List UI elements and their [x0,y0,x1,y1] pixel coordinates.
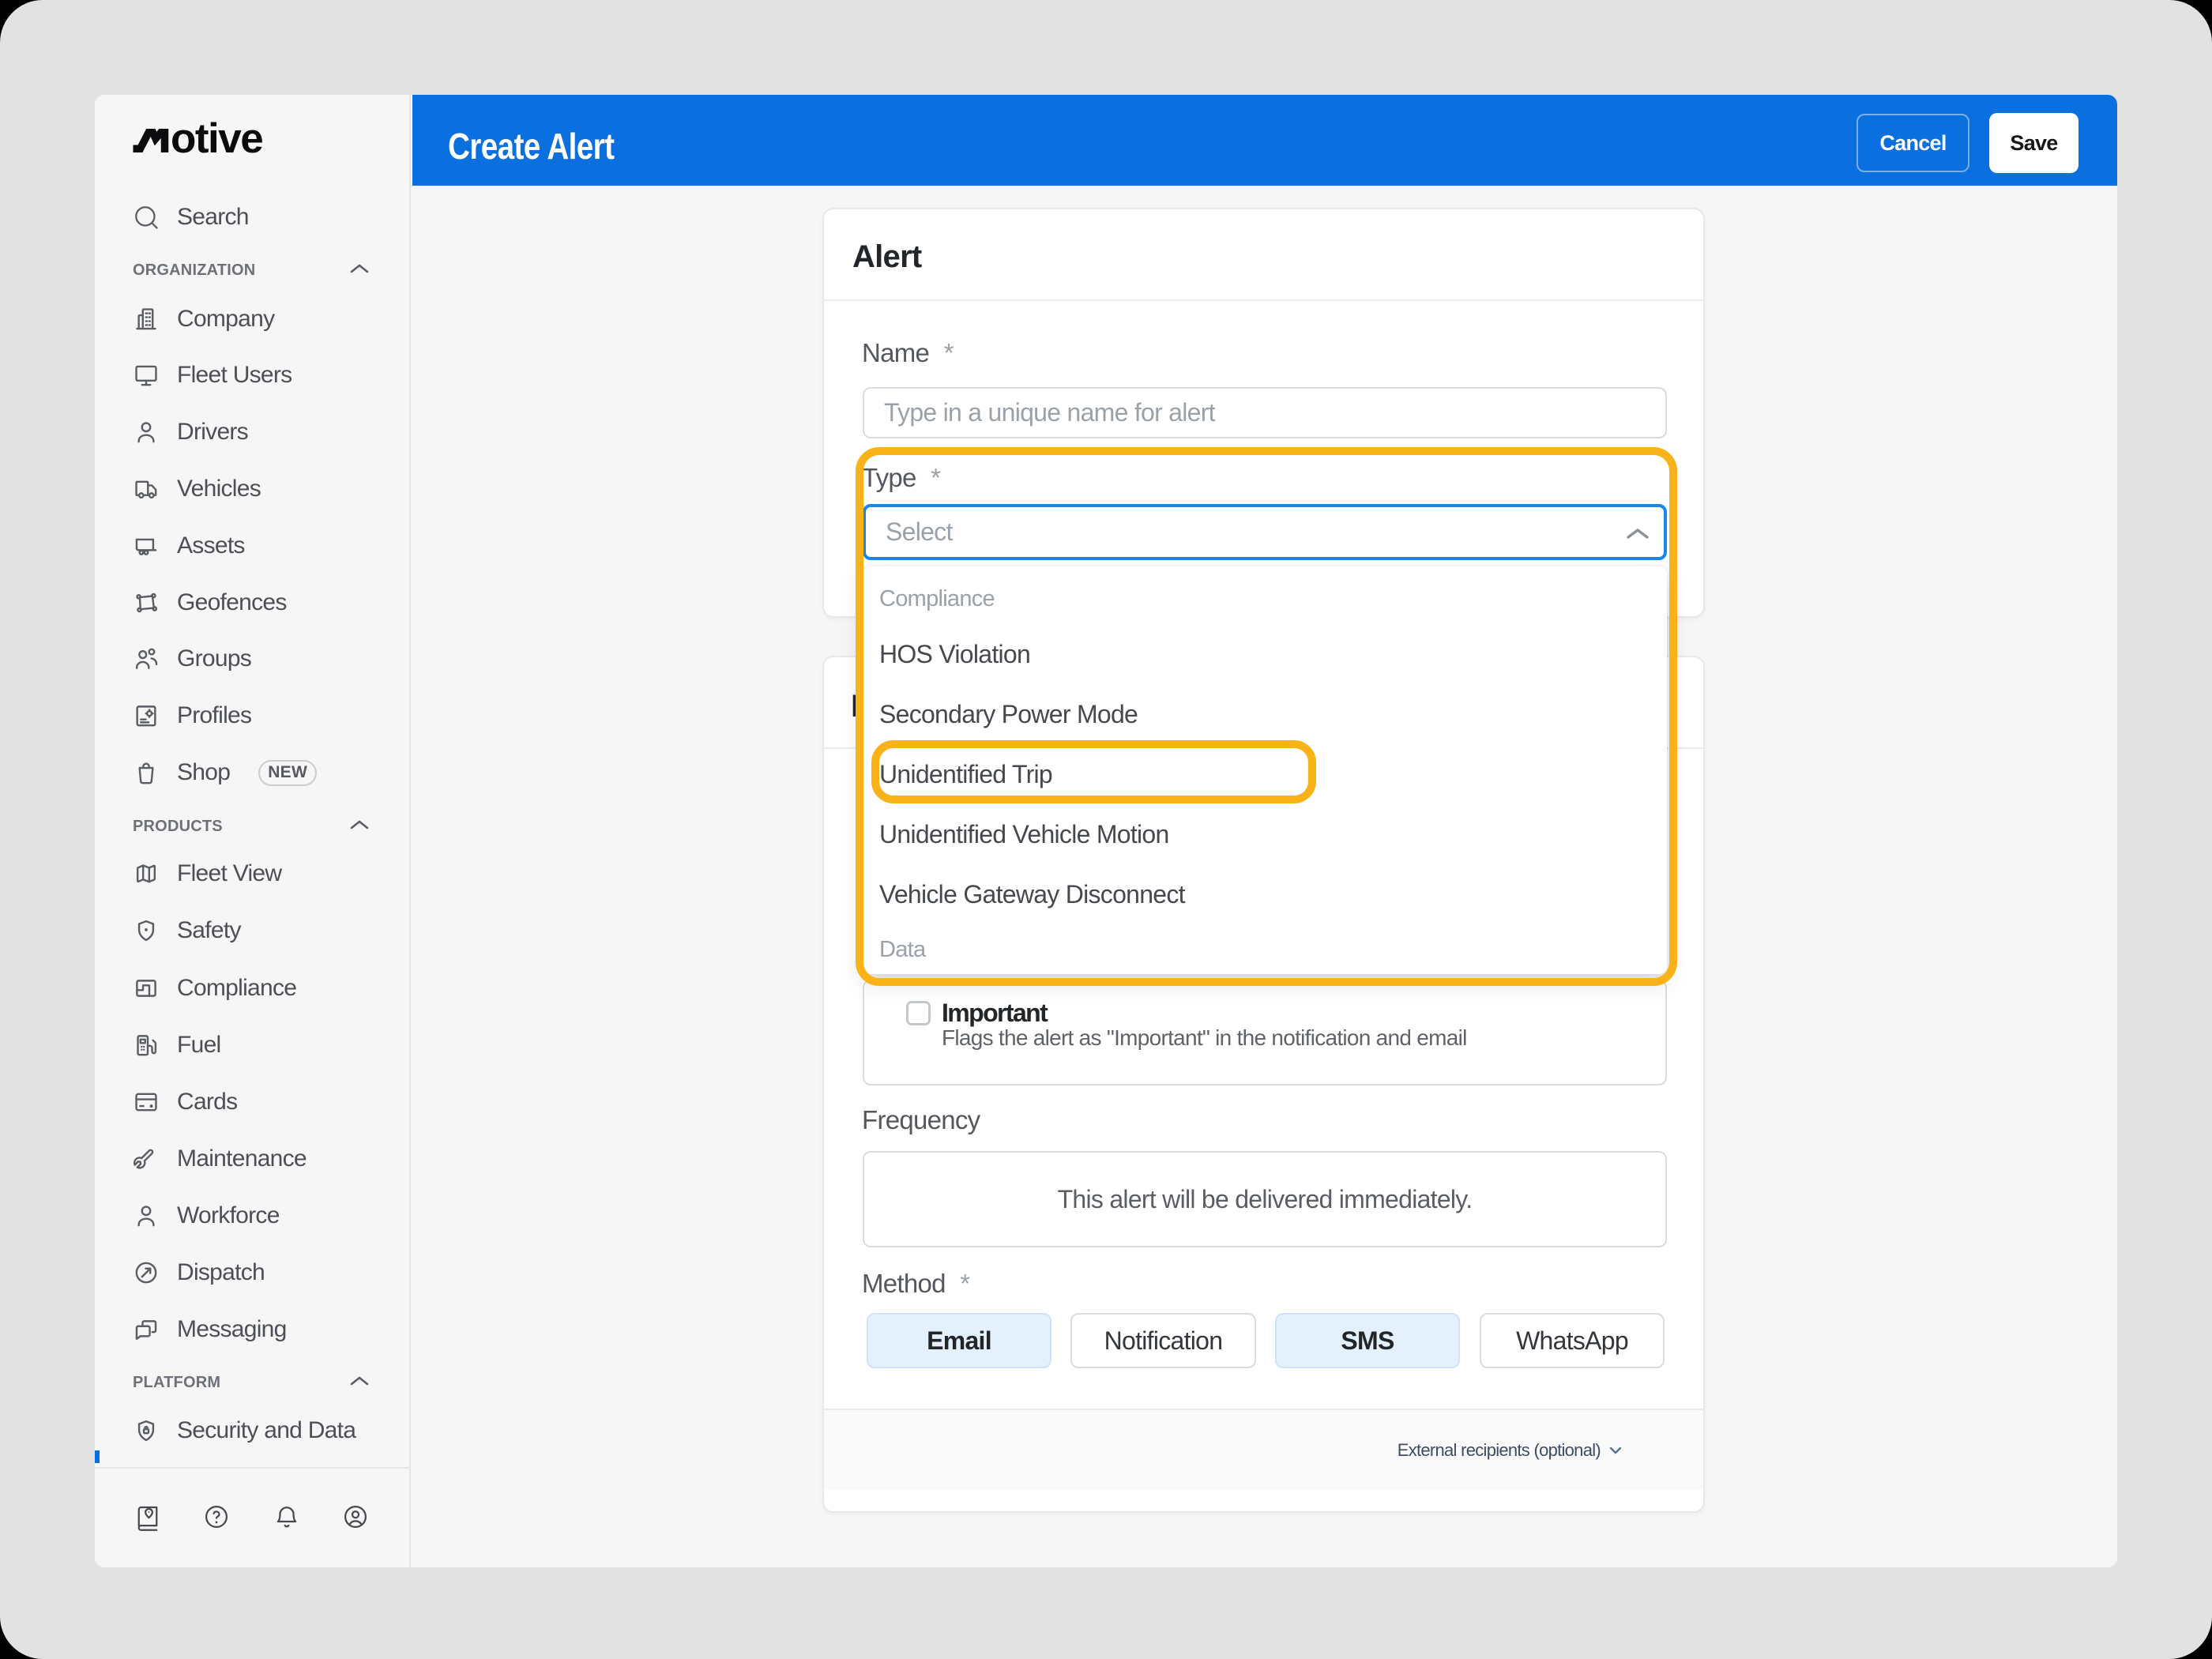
svg-text:otive: otive [171,121,262,157]
